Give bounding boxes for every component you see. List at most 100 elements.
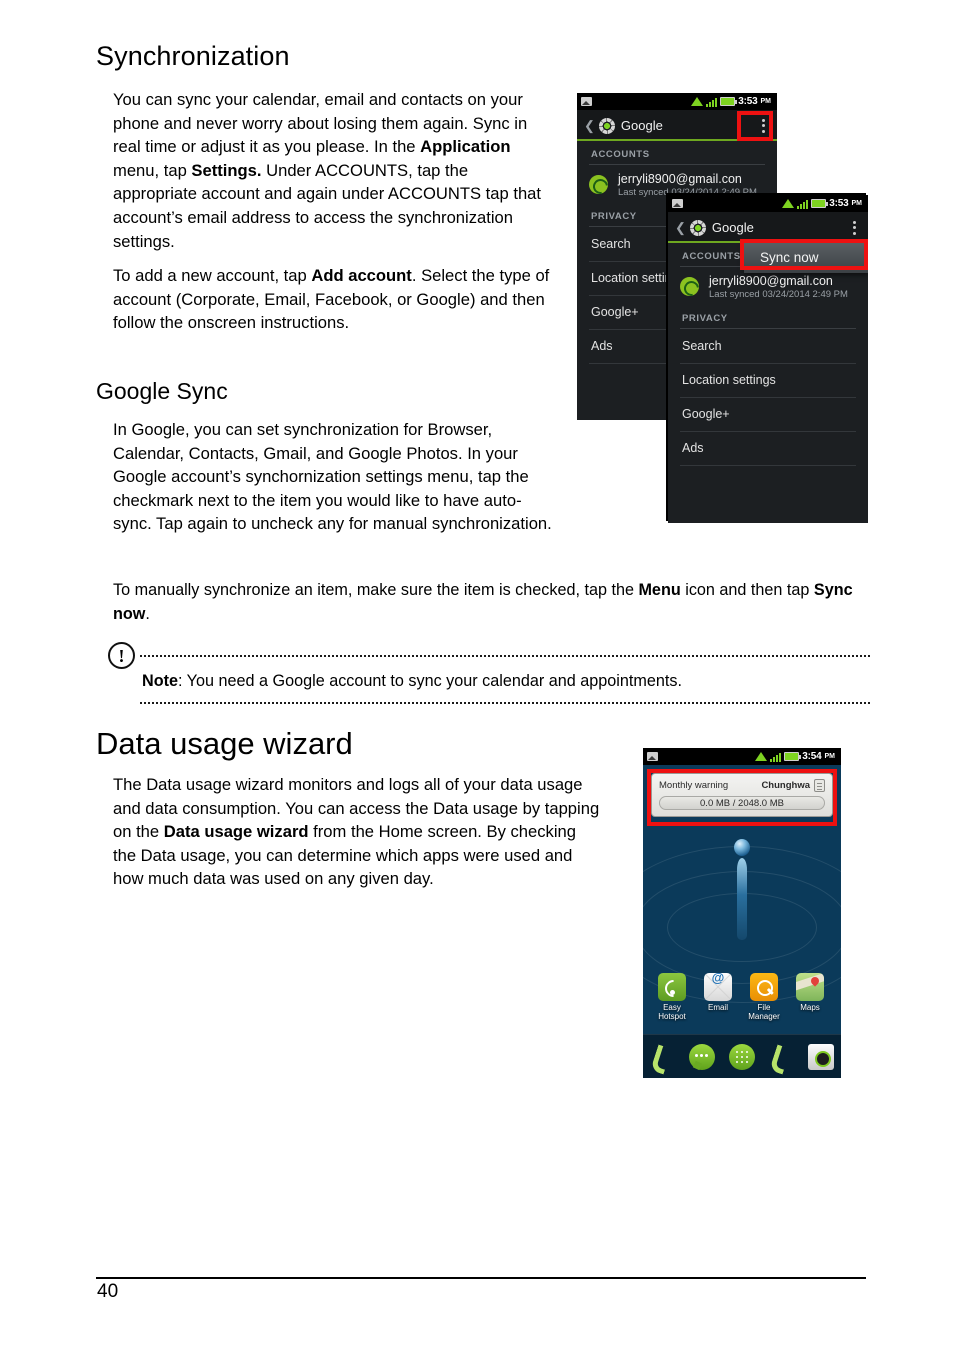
emphasis-menu: Menu xyxy=(638,581,681,599)
action-bar-underline xyxy=(577,139,777,141)
status-bar-time: 3:53 xyxy=(738,96,758,107)
footer-divider xyxy=(96,1277,866,1279)
action-bar-title: Google xyxy=(620,118,663,133)
sim-card-icon xyxy=(814,779,825,792)
app-label: Email xyxy=(707,1003,728,1012)
messaging-icon[interactable] xyxy=(689,1043,716,1070)
exclamation-glyph: ! xyxy=(118,645,125,666)
app-icon-email[interactable]: Email xyxy=(695,973,741,1021)
gear-icon xyxy=(689,219,706,236)
status-bar-right: 3:53 PM xyxy=(691,96,773,107)
signal-icon xyxy=(706,97,718,107)
wallpaper-droplet-ball xyxy=(734,839,750,856)
home-app-row: Easy Hotspot Email File Manager Maps xyxy=(649,973,833,1021)
signal-icon xyxy=(770,752,782,762)
google-sync-heading: Google Sync xyxy=(96,378,228,404)
list-item[interactable]: Location settings xyxy=(668,363,868,397)
exclamation-circle-icon: ! xyxy=(108,642,135,669)
status-bar-right: 3:54 PM xyxy=(755,751,837,762)
accounts-section-header: ACCOUNTS xyxy=(591,149,650,160)
account-row[interactable]: jerryli8900@gmail.con Last synced 03/24/… xyxy=(668,267,868,309)
data-usage-wizard-heading: Data usage wizard xyxy=(96,726,353,761)
overflow-menu-icon[interactable] xyxy=(762,118,770,133)
phone-icon[interactable] xyxy=(650,1044,676,1070)
wallpaper-droplet xyxy=(737,858,747,940)
app-icon-maps[interactable]: Maps xyxy=(787,973,833,1021)
note-label: Note xyxy=(142,672,178,690)
status-bar: 3:54 PM xyxy=(643,748,841,765)
widget-carrier: Chunghwa xyxy=(761,780,810,791)
text-run: To manually synchronize an item, make su… xyxy=(113,581,639,599)
text-run: To add a new account, tap xyxy=(113,266,312,285)
list-item[interactable]: Google+ xyxy=(668,397,868,431)
status-bar-left xyxy=(581,97,592,106)
data-usage-paragraph-1: The Data usage wizard monitors and logs … xyxy=(113,773,603,891)
emphasis-application: Application xyxy=(420,137,511,157)
privacy-section-header: PRIVACY xyxy=(682,313,728,324)
text-run: menu, tap xyxy=(113,160,192,180)
widget-usage-bar: 0.0 MB / 2048.0 MB xyxy=(659,796,825,810)
phone-icon[interactable] xyxy=(769,1044,795,1070)
status-bar-ampm: PM xyxy=(760,98,772,105)
status-bar-ampm: PM xyxy=(824,753,836,760)
status-bar-left xyxy=(672,199,683,208)
note-text: Note: You need a Google account to sync … xyxy=(142,670,682,692)
back-icon[interactable]: ❮ xyxy=(584,119,595,132)
page-number: 40 xyxy=(97,1281,119,1302)
app-label: Easy Hotspot xyxy=(658,1003,686,1021)
synchronization-paragraph-2: To add a new account, tap Add account. S… xyxy=(113,264,556,335)
text-run: icon and then tap xyxy=(680,581,814,599)
list-item[interactable]: Ads xyxy=(668,431,868,465)
wifi-icon xyxy=(782,199,795,208)
action-bar: ❮ Google xyxy=(577,110,777,141)
action-bar-title: Google xyxy=(711,220,754,235)
screenshot-home-data-usage: 3:54 PM Monthly warning Chunghwa 0.0 MB … xyxy=(643,748,841,1078)
camera-icon[interactable] xyxy=(808,1043,835,1070)
back-icon[interactable]: ❮ xyxy=(675,221,686,234)
app-drawer-icon[interactable] xyxy=(728,1043,755,1070)
battery-icon xyxy=(811,199,829,208)
data-usage-widget[interactable]: Monthly warning Chunghwa 0.0 MB / 2048.0… xyxy=(651,773,833,817)
note-divider-top xyxy=(140,655,870,657)
emphasis-data-usage-wizard: Data usage wizard xyxy=(163,822,309,842)
account-email: jerryli8900@gmail.con xyxy=(618,172,742,186)
emphasis-add-account: Add account xyxy=(311,266,412,285)
sync-icon xyxy=(680,277,699,296)
gear-icon xyxy=(598,117,615,134)
status-bar: 3:53 PM xyxy=(668,195,868,212)
maps-icon xyxy=(796,973,824,1001)
signal-icon xyxy=(797,199,809,209)
app-label: Maps xyxy=(800,1003,820,1012)
sync-now-menu-item[interactable]: Sync now xyxy=(744,243,868,273)
screenshot-notification-icon xyxy=(581,97,592,106)
screenshot-sync-now: 3:53 PM ❮ Google ACCOUNTS jerryli8900@gm… xyxy=(668,195,868,523)
list-item[interactable]: Search xyxy=(668,329,868,363)
emphasis-settings: Settings. xyxy=(191,160,262,180)
battery-icon xyxy=(784,752,802,761)
widget-usage-value: 0.0 MB / 2048.0 MB xyxy=(700,797,784,809)
home-dock xyxy=(643,1034,841,1078)
synchronization-paragraph-1: You can sync your calendar, email and co… xyxy=(113,88,556,253)
status-bar: 3:53 PM xyxy=(577,93,777,110)
status-bar-ampm: PM xyxy=(851,200,863,207)
overflow-menu-icon[interactable] xyxy=(853,220,861,235)
account-email: jerryli8900@gmail.con xyxy=(709,274,833,288)
screenshot-notification-icon xyxy=(647,752,658,761)
screenshot-notification-icon xyxy=(672,199,683,208)
wifi-icon xyxy=(691,97,704,106)
status-bar-time: 3:53 xyxy=(829,198,849,209)
account-last-synced: Last synced 03/24/2014 2:49 PM xyxy=(709,289,848,300)
file-manager-icon xyxy=(750,973,778,1001)
page-title: Synchronization xyxy=(96,41,290,71)
text-run: : You need a Google account to sync your… xyxy=(177,672,682,690)
app-icon-file-manager[interactable]: File Manager xyxy=(741,973,787,1021)
status-bar-time: 3:54 xyxy=(802,751,822,762)
app-label: File Manager xyxy=(748,1003,780,1021)
email-icon xyxy=(704,973,732,1001)
action-bar: ❮ Google xyxy=(668,212,868,243)
app-icon-easy-hotspot[interactable]: Easy Hotspot xyxy=(649,973,695,1021)
google-sync-paragraph-2: To manually synchronize an item, make su… xyxy=(113,579,869,626)
status-bar-right: 3:53 PM xyxy=(782,198,864,209)
text-run: . xyxy=(145,604,150,623)
manual-page: Synchronization You can sync your calend… xyxy=(0,0,954,1352)
